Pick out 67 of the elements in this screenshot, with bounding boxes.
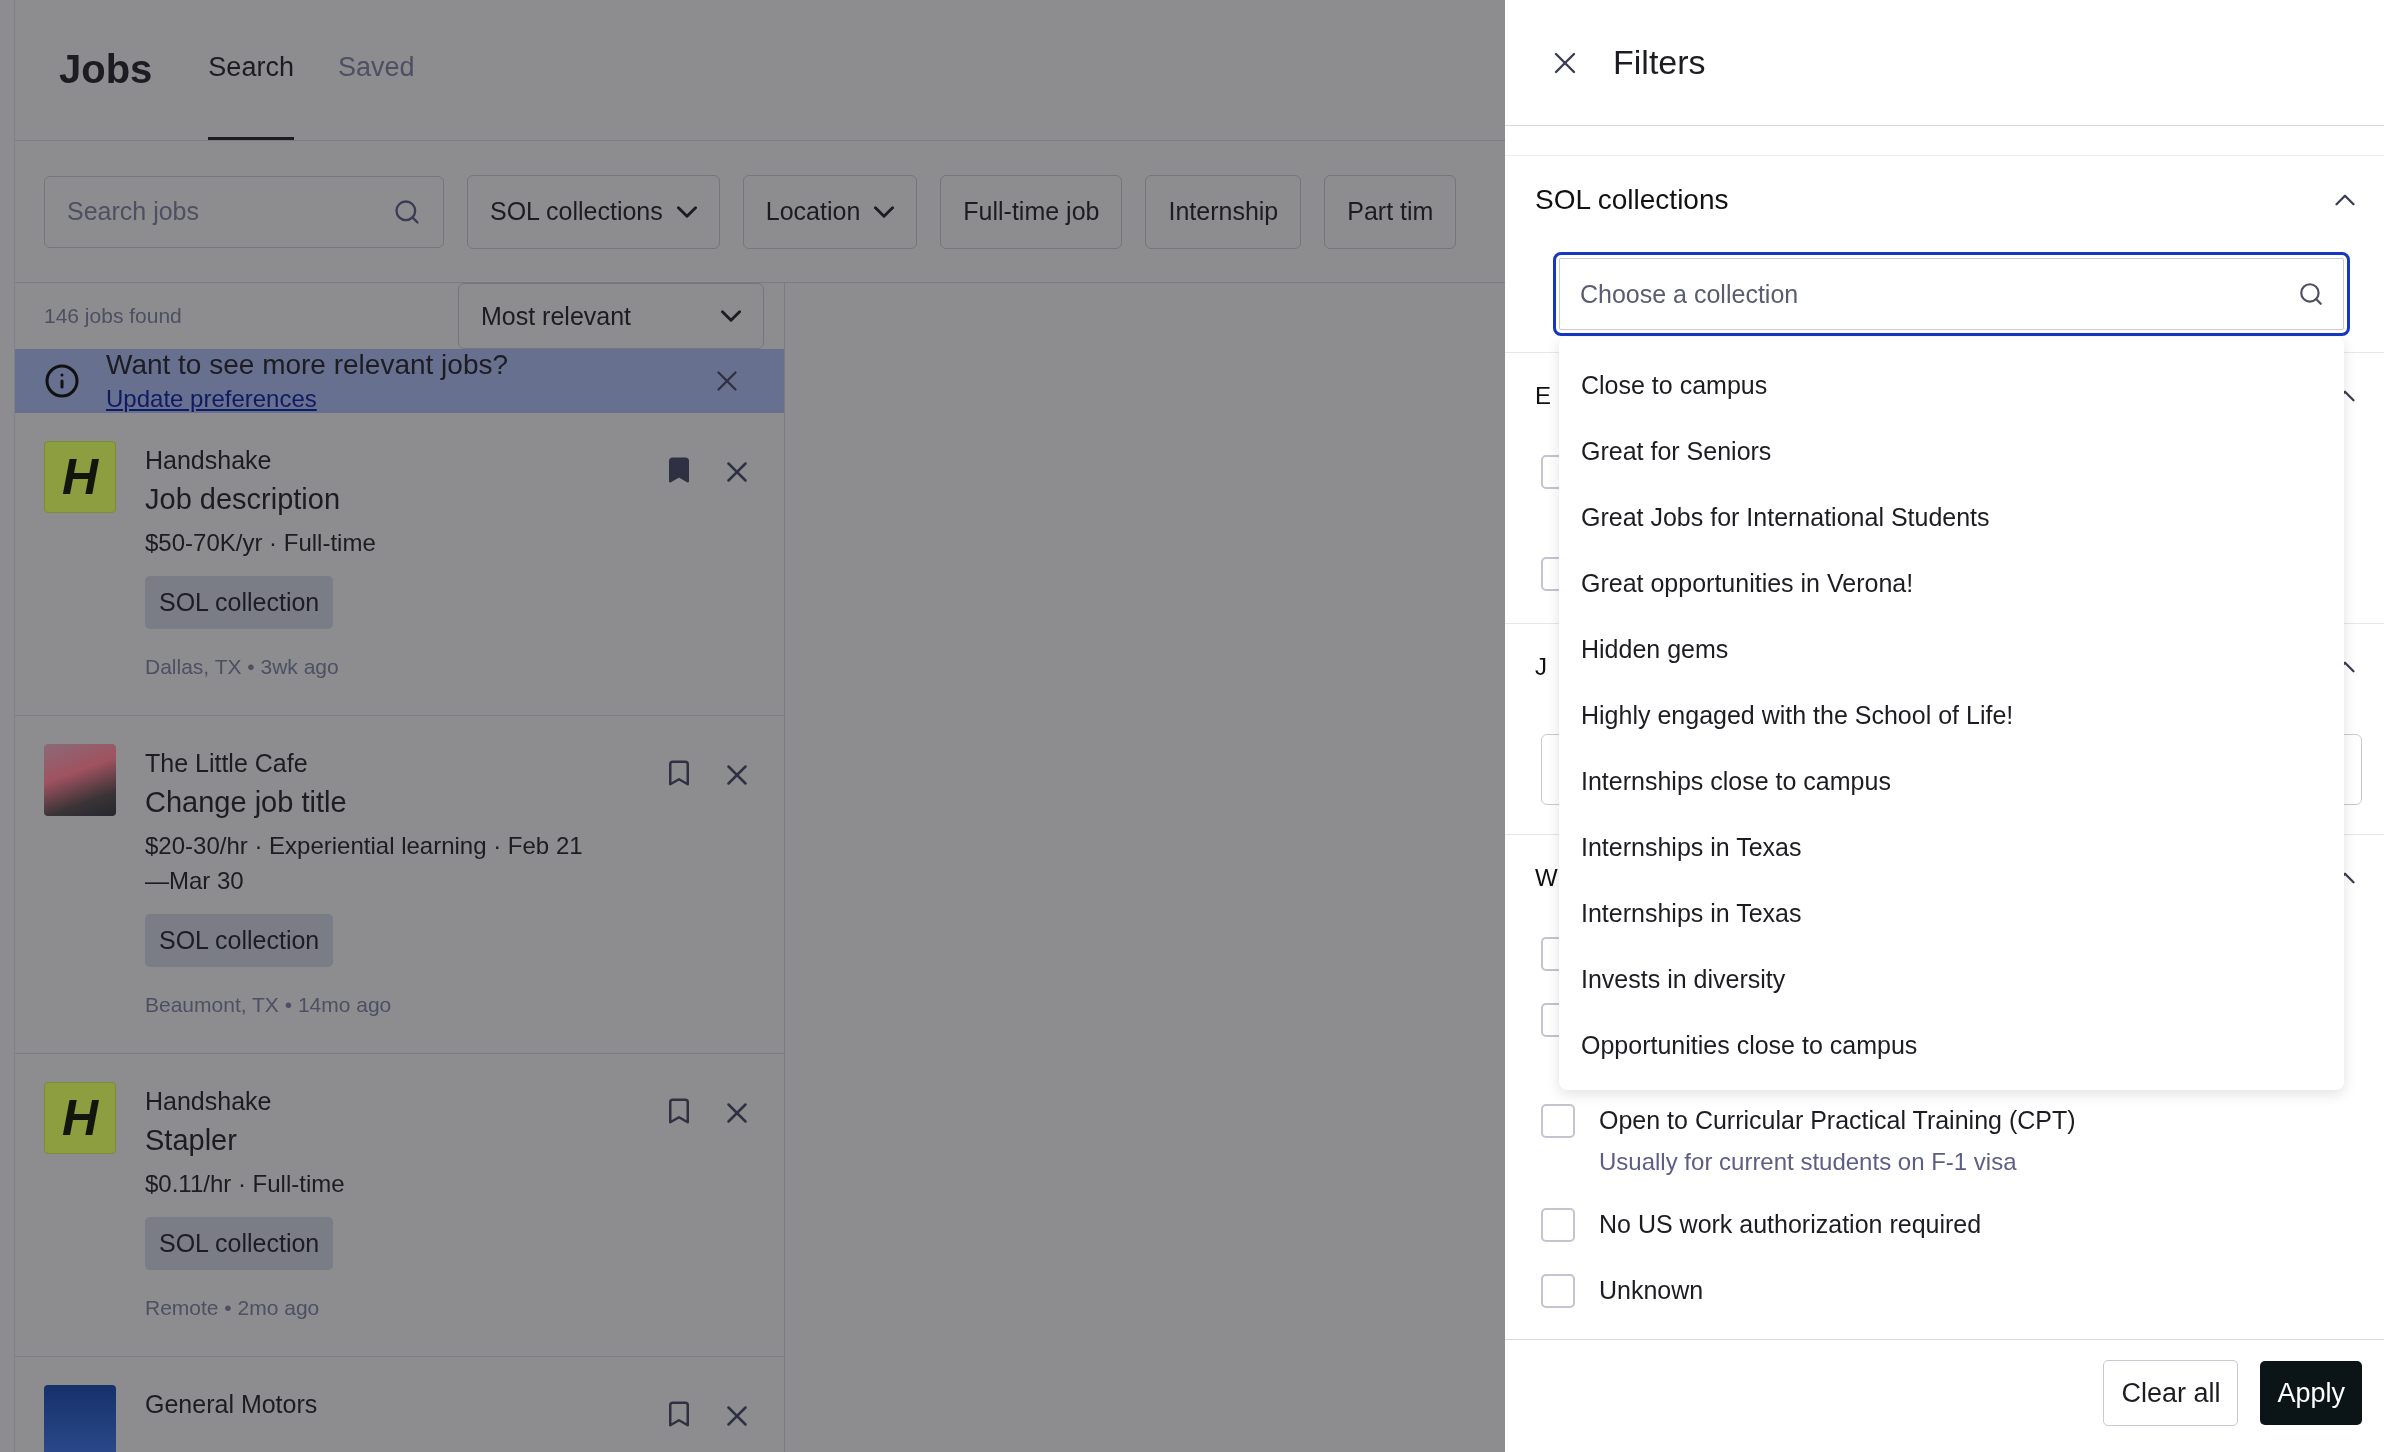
job-title: Job description [145,482,341,517]
company-name: Handshake [145,445,272,476]
company-logo: H [44,1082,116,1154]
info-icon [44,363,80,399]
chevron-down-icon [721,310,741,322]
section-title: J [1535,653,1547,681]
dropdown-option[interactable]: Internships in Texas [1559,814,2344,880]
collection-tag: SOL collection [145,914,334,967]
section-title: SOL collections [1535,184,1729,216]
checkbox[interactable] [1541,1208,1575,1242]
section-title: W [1535,864,1558,892]
company-logo: H [44,441,116,513]
section-title: E [1535,382,1551,410]
dropdown-option[interactable]: Highly engaged with the School of Life! [1559,682,2344,748]
banner-text: Want to see more relevant jobs? [106,349,510,381]
checkbox-label: Open to Curricular Practical Training (CPT) [1599,1105,2076,1136]
job-card[interactable]: H Handshake Job description $50-70K/yr · Full-time SOL collection Dallas, TX • 3wk ago [15,413,784,716]
photo-placeholder [44,744,116,816]
dropdown-option[interactable]: Great for Seniors [1559,418,2344,484]
filter-chip[interactable]: Location [742,174,918,249]
checkbox-label: No US work authorization required [1599,1209,1982,1240]
dropdown-option[interactable]: Hidden gems [1559,616,2344,682]
job-meta: Remote • 2mo ago [145,1296,320,1320]
filter-chip[interactable]: Full-time job [940,174,1123,249]
job-title: Change job title [145,785,347,820]
collection-tag: SOL collection [145,1217,334,1270]
company-name: The Little Cafe [145,748,308,779]
job-meta: Dallas, TX • 3wk ago [145,655,339,679]
company-name: General Motors [145,1389,318,1420]
job-card[interactable]: The Little Cafe Change job title $20-30/hr · Experiential learning · Feb 21—Mar 30 SOL collection Beaumont, TX • 14mo ago [15,716,784,1054]
chevron-down-icon [874,205,895,218]
results-count: 146 jobs found [44,304,182,328]
job-card[interactable]: H Handshake Stapler $0.11/hr · Full-time SOL collection Remote • 2mo ago [15,1054,784,1357]
dropdown-option[interactable]: Close to campus [1559,352,2344,418]
collection-search-field[interactable]: Choose a collection [1553,252,2350,336]
page-title: Jobs [59,46,153,92]
company-name: Handshake [145,1086,272,1117]
filter-chip[interactable]: SOL collections [467,174,720,249]
job-details: $0.11/hr · Full-time [145,1169,345,1199]
dropdown-option[interactable]: Invests in diversity [1559,946,2344,1012]
job-details: $50-70K/yr · Full-time [145,528,376,558]
checkbox[interactable] [1541,1274,1575,1308]
job-details: $20-30/hr · Experiential learning · Feb 21—Mar 30 [145,831,584,896]
sort-dropdown[interactable]: Most relevant [458,283,764,349]
checkbox-label: Unknown [1599,1275,1704,1306]
apply-button[interactable]: Apply [2260,1361,2362,1425]
job-title: Stapler [145,1123,237,1158]
dropdown-option[interactable]: Great opportunities in Verona! [1559,550,2344,616]
clear-button[interactable]: Clear all [2103,1360,2239,1426]
nav-tab[interactable]: Search [208,0,294,140]
company-logo [44,1385,116,1452]
chevron-down-icon [676,205,697,218]
filter-chip[interactable]: Internship [1145,174,1302,249]
panel-title: Filters [1613,43,1706,82]
dropdown-option[interactable]: Great Jobs for International Students [1559,484,2344,550]
checkbox[interactable] [1541,1104,1575,1138]
update-preferences-link[interactable]: Update preferences [106,385,317,413]
dropdown-option[interactable]: Opportunities close to campus [1559,1012,2344,1078]
filter-chip[interactable]: Part tim [1324,174,1457,249]
dropdown-option[interactable]: Internships close to campus [1559,748,2344,814]
search-icon [2298,281,2324,307]
collection-tag: SOL collection [145,576,334,629]
dropdown-option[interactable]: Internships in Texas [1559,880,2344,946]
search-icon [393,197,421,226]
job-meta: Beaumont, TX • 14mo ago [145,993,392,1017]
hint-text: Usually for current students on F-1 visa [1599,1148,2018,1176]
job-card[interactable]: General Motors [15,1357,784,1452]
